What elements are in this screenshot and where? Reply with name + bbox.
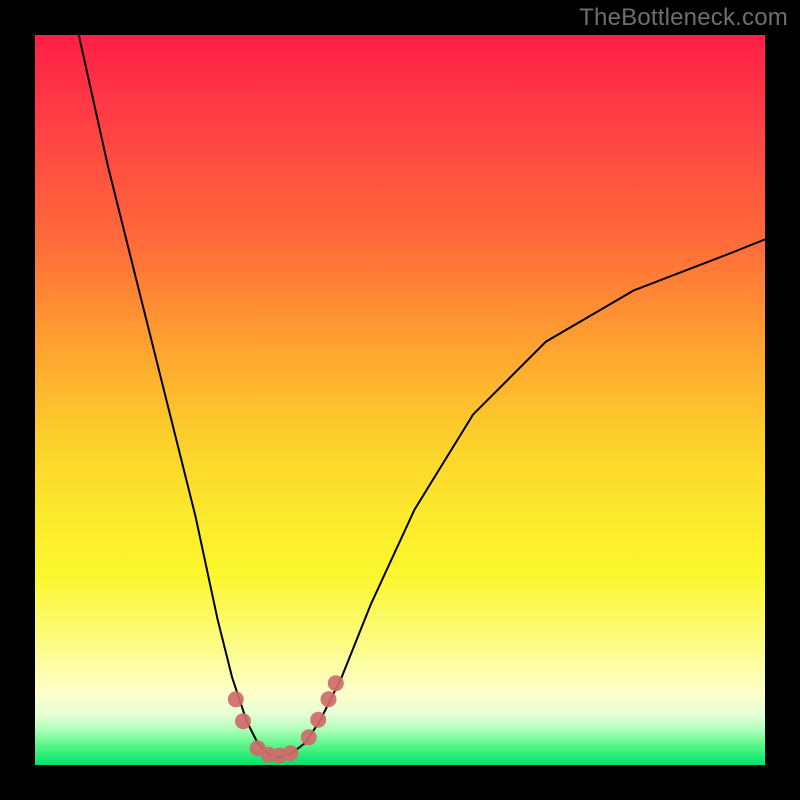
bottleneck-curve: [79, 35, 765, 758]
curve-marker: [328, 675, 344, 691]
chart-frame: TheBottleneck.com: [0, 0, 800, 800]
curve-marker: [283, 745, 299, 761]
marker-group: [228, 675, 344, 763]
plot-overlay: [35, 35, 765, 765]
curve-marker: [321, 691, 337, 707]
curve-marker: [235, 713, 251, 729]
curve-marker: [301, 729, 317, 745]
curve-marker: [228, 691, 244, 707]
watermark-text: TheBottleneck.com: [579, 4, 788, 32]
curve-marker: [310, 712, 326, 728]
